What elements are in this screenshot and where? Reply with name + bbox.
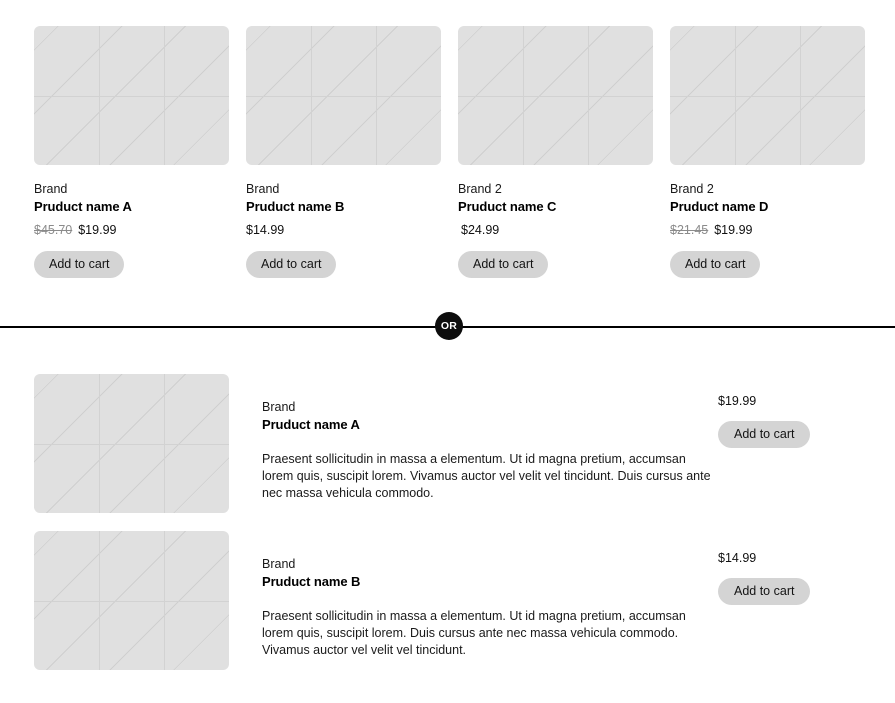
product-description: Praesent sollicitudin in massa a element… bbox=[262, 609, 686, 657]
add-to-cart-button[interactable]: Add to cart bbox=[670, 251, 761, 278]
product-list-item-body: Brand Pruduct name A Praesent sollicitud… bbox=[262, 374, 712, 502]
placeholder-diagonal-pattern bbox=[458, 26, 653, 165]
product-list: Brand Pruduct name A Praesent sollicitud… bbox=[34, 374, 864, 670]
placeholder-gridline-v2 bbox=[587, 26, 589, 165]
product-list-item[interactable]: Brand Pruduct name A Praesent sollicitud… bbox=[34, 374, 864, 513]
placeholder-gridline-v1 bbox=[98, 26, 100, 165]
product-price: $14.99 bbox=[246, 223, 285, 237]
product-image-placeholder[interactable] bbox=[34, 531, 229, 670]
product-description: Praesent sollicitudin in massa a element… bbox=[262, 452, 711, 500]
product-image-placeholder[interactable] bbox=[246, 26, 441, 165]
product-card[interactable]: Brand Pruduct name B $14.99 Add to cart bbox=[246, 26, 441, 278]
product-brand: Brand bbox=[262, 400, 296, 414]
add-to-cart-button[interactable]: Add to cart bbox=[34, 251, 125, 278]
product-old-price: $21.45 bbox=[670, 223, 709, 237]
product-price: $19.99 bbox=[714, 223, 753, 237]
product-list-item-aside: $14.99 Add to cart bbox=[718, 551, 838, 605]
product-price: $24.99 bbox=[461, 223, 500, 237]
product-list-item-aside: $19.99 Add to cart bbox=[718, 394, 838, 448]
placeholder-gridline-v2 bbox=[799, 26, 801, 165]
product-price: $14.99 bbox=[718, 551, 757, 565]
placeholder-diagonal-pattern bbox=[34, 531, 229, 670]
product-title: Pruduct name A bbox=[262, 417, 360, 432]
product-title: Pruduct name B bbox=[246, 199, 345, 214]
product-card-grid: Brand Pruduct name A $45.70 $19.99 Add to… bbox=[34, 26, 865, 278]
product-brand: Brand bbox=[246, 182, 280, 196]
product-price-row: $24.99 bbox=[458, 223, 653, 237]
product-brand: Brand 2 bbox=[670, 182, 714, 196]
placeholder-diagonal-pattern bbox=[670, 26, 865, 165]
product-card[interactable]: Brand Pruduct name A $45.70 $19.99 Add to… bbox=[34, 26, 229, 278]
product-old-price: $45.70 bbox=[34, 223, 73, 237]
placeholder-diagonal-pattern bbox=[34, 374, 229, 513]
product-list-item[interactable]: Brand Pruduct name B Praesent sollicitud… bbox=[34, 531, 864, 670]
product-price-row: $45.70 $19.99 bbox=[34, 223, 229, 237]
add-to-cart-button[interactable]: Add to cart bbox=[458, 251, 549, 278]
or-badge: OR bbox=[435, 312, 463, 340]
product-image-placeholder[interactable] bbox=[670, 26, 865, 165]
product-price-row: $21.45 $19.99 bbox=[670, 223, 865, 237]
placeholder-gridline-v1 bbox=[522, 26, 524, 165]
placeholder-gridline-v1 bbox=[734, 26, 736, 165]
placeholder-gridline-h1 bbox=[34, 95, 229, 97]
placeholder-gridline-h1 bbox=[458, 95, 653, 97]
product-title: Pruduct name D bbox=[670, 199, 769, 214]
placeholder-diagonal-pattern bbox=[34, 26, 229, 165]
placeholder-gridline-h1 bbox=[34, 600, 229, 602]
placeholder-gridline-v2 bbox=[163, 374, 165, 513]
placeholder-diagonal-pattern bbox=[246, 26, 441, 165]
product-price: $19.99 bbox=[78, 223, 117, 237]
product-card[interactable]: Brand 2 Pruduct name C $24.99 Add to car… bbox=[458, 26, 653, 278]
product-title: Pruduct name C bbox=[458, 199, 557, 214]
product-title: Pruduct name B bbox=[262, 574, 361, 589]
placeholder-gridline-v2 bbox=[163, 26, 165, 165]
product-price: $19.99 bbox=[718, 394, 757, 408]
placeholder-gridline-v1 bbox=[310, 26, 312, 165]
add-to-cart-button[interactable]: Add to cart bbox=[718, 421, 811, 448]
add-to-cart-button[interactable]: Add to cart bbox=[718, 578, 811, 605]
product-image-placeholder[interactable] bbox=[34, 26, 229, 165]
product-brand: Brand bbox=[34, 182, 68, 196]
add-to-cart-button[interactable]: Add to cart bbox=[246, 251, 337, 278]
product-image-placeholder[interactable] bbox=[458, 26, 653, 165]
placeholder-gridline-v2 bbox=[375, 26, 377, 165]
product-brand: Brand 2 bbox=[458, 182, 502, 196]
product-image-placeholder[interactable] bbox=[34, 374, 229, 513]
placeholder-gridline-v2 bbox=[163, 531, 165, 670]
section-divider: OR bbox=[0, 312, 895, 340]
product-title: Pruduct name A bbox=[34, 199, 132, 214]
placeholder-gridline-h1 bbox=[246, 95, 441, 97]
product-price-row: $14.99 bbox=[246, 223, 441, 237]
placeholder-gridline-v1 bbox=[98, 374, 100, 513]
placeholder-gridline-h1 bbox=[670, 95, 865, 97]
placeholder-gridline-h1 bbox=[34, 443, 229, 445]
product-list-item-body: Brand Pruduct name B Praesent sollicitud… bbox=[262, 531, 712, 659]
placeholder-gridline-v1 bbox=[98, 531, 100, 670]
product-card[interactable]: Brand 2 Pruduct name D $21.45 $19.99 Add … bbox=[670, 26, 865, 278]
product-brand: Brand bbox=[262, 557, 296, 571]
